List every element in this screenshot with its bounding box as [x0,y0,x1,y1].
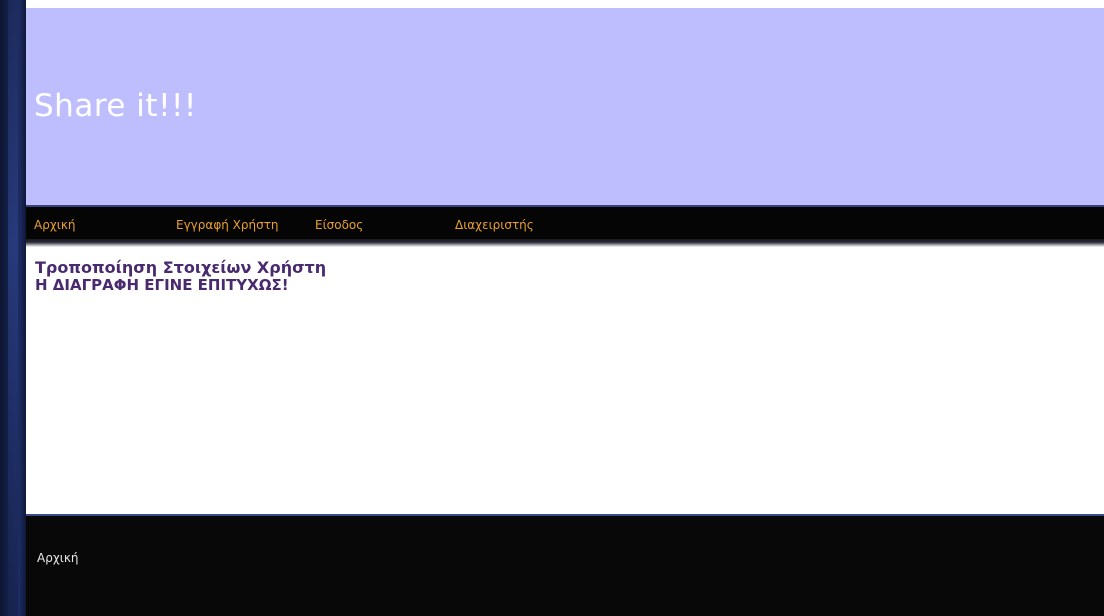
top-border [26,0,1104,8]
site-footer: Αρχική [26,516,1104,616]
status-message: Η ΔΙΑΓΡΑΦΗ ΕΓΙΝΕ ΕΠΙΤΥΧΩΣ! [35,276,289,294]
nav-bar: Αρχική Εγγραφή Χρήστη Είσοδος Διαχειριστ… [26,207,1104,239]
nav-link-admin[interactable]: Διαχειριστής [455,218,534,232]
main-content: Τροποποίηση Στοιχείων Χρήστη Η ΔΙΑΓΡΑΦΗ … [26,247,1104,514]
site-header: Share it!!! [26,8,1104,205]
left-decorative-stripe [0,0,26,616]
footer-link-home[interactable]: Αρχική [37,551,79,565]
nav-underline [26,239,1104,247]
nav-link-register[interactable]: Εγγραφή Χρήστη [176,218,279,232]
page-heading: Τροποποίηση Στοιχείων Χρήστη [35,258,327,277]
nav-link-home[interactable]: Αρχική [34,218,76,232]
page: Share it!!! Αρχική Εγγραφή Χρήστη Είσοδο… [0,0,1104,616]
site-title: Share it!!! [34,88,197,124]
nav-link-login[interactable]: Είσοδος [315,218,363,232]
